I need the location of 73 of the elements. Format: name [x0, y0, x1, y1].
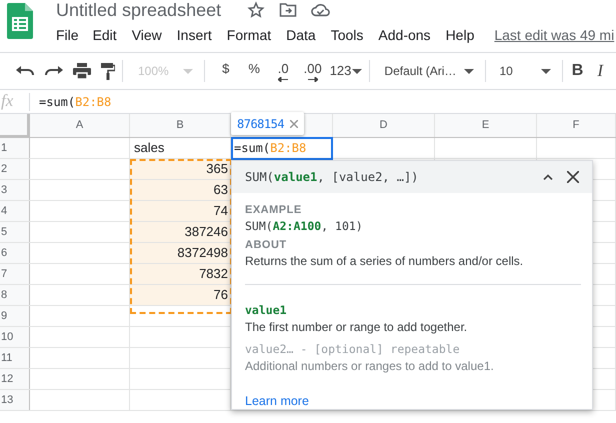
- parameter-name: value2… - [optional] repeatable: [245, 341, 460, 358]
- row-header[interactable]: 1: [0, 138, 30, 158]
- parameter-description: The first number or range to add together.: [245, 319, 468, 335]
- row-header[interactable]: 8: [0, 285, 30, 305]
- menu-item[interactable]: File: [56, 24, 79, 46]
- row-header[interactable]: 9: [0, 306, 30, 326]
- font-dropdown[interactable]: Default (Ari…: [377, 62, 478, 80]
- row-header[interactable]: 10: [0, 327, 30, 347]
- caret-icon: [464, 68, 474, 74]
- star-icon[interactable]: [247, 1, 266, 19]
- example-formula: SUM(A2:A100, 101): [245, 218, 364, 235]
- section-heading: EXAMPLE: [245, 203, 303, 217]
- caret-icon: [182, 68, 193, 74]
- row-header[interactable]: 6: [0, 243, 30, 263]
- bold-button[interactable]: B: [572, 59, 584, 83]
- table-cell: 74: [130, 201, 231, 221]
- column-header[interactable]: A: [30, 114, 130, 137]
- table-cell: 63: [130, 180, 231, 200]
- last-edit-link[interactable]: Last edit was 49 mi: [494, 24, 614, 46]
- number-format-dropdown[interactable]: 123: [330, 61, 362, 81]
- column-header[interactable]: D: [333, 114, 435, 137]
- row-header[interactable]: 2: [0, 159, 30, 179]
- section-heading: ABOUT: [245, 238, 288, 253]
- row-header[interactable]: 3: [0, 180, 30, 200]
- learn-more-link[interactable]: Learn more: [245, 392, 309, 411]
- formula-field[interactable]: =sum(B2:B8: [39, 92, 112, 110]
- row-header[interactable]: 11: [0, 348, 30, 368]
- menu-item[interactable]: Help: [446, 24, 474, 46]
- left-arrow-icon: [278, 77, 288, 82]
- table-cell: 387246: [130, 222, 231, 242]
- parameter-description: Additional numbers or ranges to add to value1.: [245, 358, 495, 374]
- row-header[interactable]: 4: [0, 201, 30, 221]
- caret-icon: [352, 68, 362, 74]
- menu-item[interactable]: Data: [286, 24, 316, 46]
- menu-item[interactable]: Tools: [330, 24, 364, 46]
- function-signature: SUM(value1, [value2, …]): [245, 169, 418, 186]
- menu-item[interactable]: View: [132, 24, 162, 46]
- menu-item[interactable]: Add-ons: [378, 24, 431, 46]
- active-cell-editor[interactable]: =sum(B2:B8: [231, 137, 333, 160]
- table-cell: 365: [130, 159, 231, 179]
- folder-icon[interactable]: [279, 2, 298, 18]
- collapse-icon[interactable]: [543, 174, 553, 180]
- table-cell: 8372498: [130, 243, 231, 263]
- result-value: 8768154: [237, 116, 284, 132]
- close-icon[interactable]: [567, 171, 579, 183]
- sheets-logo-icon[interactable]: [7, 3, 33, 39]
- row-header[interactable]: 13: [0, 390, 30, 410]
- cloud-icon[interactable]: [311, 3, 330, 17]
- format-button[interactable]: .0: [268, 58, 298, 84]
- column-header[interactable]: F: [537, 114, 616, 137]
- table-cell: 7832: [130, 264, 231, 284]
- format-button[interactable]: %: [240, 58, 269, 84]
- font-size-dropdown[interactable]: 10: [493, 62, 555, 80]
- menu-item[interactable]: Insert: [176, 24, 212, 46]
- italic-button[interactable]: I: [597, 58, 604, 84]
- table-cell: 76: [130, 285, 231, 305]
- print-icon[interactable]: [73, 63, 91, 79]
- paint-format-icon[interactable]: [101, 62, 115, 80]
- caret-icon: [540, 68, 551, 74]
- row-header[interactable]: 12: [0, 369, 30, 389]
- format-button[interactable]: $: [212, 58, 240, 84]
- redo-icon[interactable]: [45, 66, 63, 76]
- row-header[interactable]: 5: [0, 222, 30, 242]
- format-button[interactable]: .00: [298, 58, 328, 84]
- parameter-name: value1: [245, 302, 287, 319]
- undo-icon[interactable]: [16, 66, 34, 76]
- menu-item[interactable]: Format: [226, 24, 272, 46]
- column-header[interactable]: E: [435, 114, 537, 137]
- about-text: Returns the sum of a series of numbers and/or cells.: [245, 253, 524, 269]
- row-header[interactable]: 7: [0, 264, 30, 284]
- right-arrow-icon: [308, 77, 318, 82]
- menu-item[interactable]: Edit: [92, 24, 117, 46]
- document-title[interactable]: Untitled spreadsheet: [56, 0, 222, 24]
